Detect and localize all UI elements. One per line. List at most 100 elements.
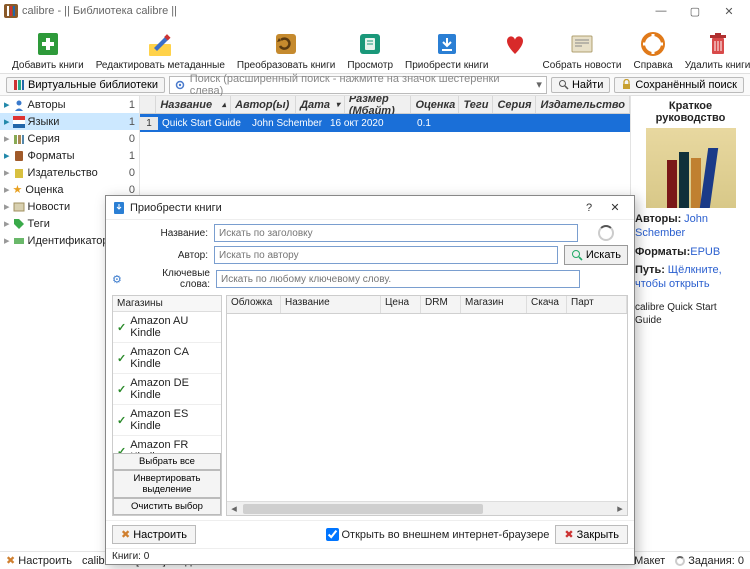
gear-icon [174, 79, 186, 91]
rcol-price[interactable]: Цена [381, 296, 421, 313]
id-icon [13, 235, 25, 247]
view-label: Просмотр [347, 60, 393, 71]
store-row[interactable]: ✓Amazon FR Kindle [113, 436, 221, 453]
app-icon [4, 4, 18, 18]
dialog-icon [112, 201, 126, 215]
remove-books-icon [703, 29, 733, 59]
rcol-affiliate[interactable]: Парт [567, 296, 627, 313]
maximize-button[interactable]: ▢ [678, 0, 712, 22]
sidebar-item-publisher[interactable]: ▸Издательство0 [0, 164, 139, 181]
author-input[interactable] [214, 246, 558, 264]
wrench-icon: ✖ [6, 555, 15, 567]
search-button[interactable]: Искать [564, 245, 628, 265]
minimize-button[interactable]: — [644, 0, 678, 22]
help-button[interactable]: Справка [633, 29, 672, 71]
configure-button[interactable]: ✖Настроить [112, 525, 196, 544]
remove-books-button[interactable]: Удалить книги [685, 29, 750, 71]
rcol-cover[interactable]: Обложка [227, 296, 281, 313]
rcol-download[interactable]: Скача [527, 296, 567, 313]
sidebar-item-authors[interactable]: ▸Авторы1 [0, 96, 139, 113]
book-list-header: Название▴ Автор(ы) Дата▾ Размер (Мбайт) … [140, 96, 630, 114]
col-date[interactable]: Дата▾ [296, 96, 345, 113]
virtual-libraries-button[interactable]: Виртуальные библиотеки [6, 77, 165, 93]
col-series[interactable]: Серия [493, 96, 536, 113]
star-icon: ★ [13, 183, 23, 196]
results-hscrollbar[interactable]: ◂▸ [227, 501, 627, 515]
store-row[interactable]: ✓Amazon ES Kindle [113, 405, 221, 436]
col-author[interactable]: Автор(ы) [231, 96, 296, 113]
remove-books-label: Удалить книги [685, 60, 750, 71]
cell-num: 1 [140, 117, 158, 130]
open-external-checkbox[interactable]: Открыть во внешнем интернет-браузере [326, 528, 550, 541]
col-rating[interactable]: Оценка [411, 96, 459, 113]
dialog-close-button[interactable]: ✕ [602, 198, 628, 218]
store-name: Amazon FR Kindle [130, 439, 217, 453]
book-cover[interactable] [646, 128, 736, 208]
search-icon [571, 249, 583, 261]
convert-books-button[interactable]: Преобразовать книги [237, 29, 335, 71]
dialog-footer: ✖Настроить Открыть во внешнем интернет-б… [106, 520, 634, 548]
sidebar-item-languages[interactable]: ▸Языки1 [0, 113, 139, 130]
edit-metadata-button[interactable]: Редактировать метаданные [96, 29, 225, 71]
col-num[interactable] [140, 96, 156, 113]
sidebar-item-series[interactable]: ▸Серия0 [0, 130, 139, 147]
jobs-button[interactable]: Задания: 0 [675, 555, 744, 567]
store-row[interactable]: ✓Amazon DE Kindle [113, 374, 221, 405]
help-icon [638, 29, 668, 59]
store-row[interactable]: ✓Amazon AU Kindle [113, 312, 221, 343]
saved-search-button[interactable]: Сохранённый поиск [614, 77, 744, 93]
store-name: Amazon AU Kindle [130, 315, 217, 339]
titlebar: calibre - || Библиотека calibre || — ▢ ✕ [0, 0, 750, 22]
stores-list[interactable]: ✓Amazon AU Kindle✓Amazon CA Kindle✓Amazo… [113, 312, 221, 453]
sort-asc-icon: ▴ [222, 100, 226, 109]
news-icon [13, 201, 25, 213]
find-button[interactable]: Найти [551, 77, 610, 93]
store-row[interactable]: ✓Amazon CA Kindle [113, 343, 221, 374]
invert-selection-button[interactable]: Инвертировать выделение [113, 470, 221, 498]
heart-button[interactable] [500, 29, 530, 71]
detail-title2: руководство [656, 112, 726, 124]
add-books-button[interactable]: Добавить книги [12, 29, 84, 71]
get-books-icon [432, 29, 462, 59]
help-label: Справка [633, 60, 672, 71]
sidebar-item-formats[interactable]: ▸Форматы1 [0, 147, 139, 164]
gear-icon[interactable]: ⚙ [112, 273, 124, 286]
get-books-button[interactable]: Приобрести книги [405, 29, 488, 71]
detail-panel: Краткоеруководство Авторы: John Schember… [630, 96, 750, 551]
close-dialog-button[interactable]: ✖Закрыть [555, 525, 628, 544]
col-tags[interactable]: Теги [459, 96, 493, 113]
chevron-down-icon[interactable]: ▾ [536, 78, 542, 91]
dialog-help-button[interactable]: ? [576, 198, 602, 218]
search-input[interactable]: Поиск (расширенный поиск - нажмите на зн… [169, 76, 547, 94]
store-name: Amazon CA Kindle [130, 346, 217, 370]
dialog-title: Приобрести книги [130, 202, 222, 214]
close-button[interactable]: ✕ [712, 0, 746, 22]
find-label: Найти [572, 79, 603, 91]
rcol-store[interactable]: Магазин [461, 296, 527, 313]
cell-title: Quick Start Guide [158, 117, 248, 130]
name-label: Название: [112, 228, 208, 239]
author-label: Автор: [112, 250, 208, 261]
flag-icon [13, 116, 25, 128]
main-toolbar: Добавить книги Редактировать метаданные … [0, 22, 750, 74]
col-publisher[interactable]: Издательство [536, 96, 630, 113]
book-row[interactable]: 1 Quick Start Guide John Schember 16 окт… [140, 114, 630, 132]
detail-title1: Краткое [669, 100, 712, 112]
col-size[interactable]: Размер (Мбайт) [345, 96, 412, 113]
clear-selection-button[interactable]: Очистить выбор [113, 498, 221, 515]
fetch-news-button[interactable]: Собрать новости [542, 29, 621, 71]
view-button[interactable]: Просмотр [347, 29, 393, 71]
select-all-button[interactable]: Выбрать все [113, 453, 221, 470]
convert-books-icon [271, 29, 301, 59]
name-input[interactable] [214, 224, 578, 242]
configure-link[interactable]: ✖ Настроить [6, 554, 72, 567]
search-placeholder: Поиск (расширенный поиск - нажмите на зн… [190, 73, 529, 97]
keywords-input[interactable] [216, 270, 580, 288]
rcol-drm[interactable]: DRM [421, 296, 461, 313]
search-row: Виртуальные библиотеки Поиск (расширенны… [0, 74, 750, 96]
stores-panel: Магазины ✓Amazon AU Kindle✓Amazon CA Kin… [112, 295, 222, 516]
jobs-spinner-icon [675, 556, 685, 566]
rcol-title[interactable]: Название [281, 296, 381, 313]
col-title[interactable]: Название▴ [156, 96, 231, 113]
results-header: Обложка Название Цена DRM Магазин Скача … [227, 296, 627, 314]
